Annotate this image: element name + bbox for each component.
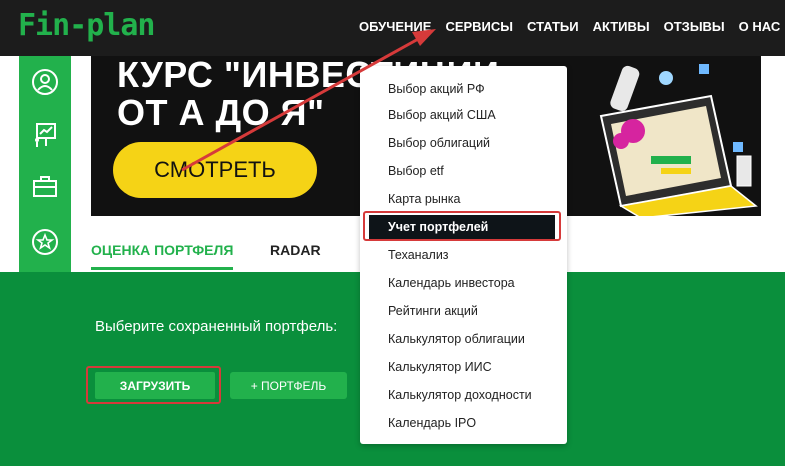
briefcase-icon xyxy=(33,176,57,197)
site-logo[interactable]: Fin-plan xyxy=(18,8,155,43)
sidebar-favorites[interactable] xyxy=(19,216,71,268)
nav-item-assets[interactable]: АКТИВЫ xyxy=(586,18,657,36)
top-nav-bar: Fin-plan ОБУЧЕНИЕ СЕРВИСЫ СТАТЬИ АКТИВЫ … xyxy=(0,0,785,56)
menu-item-investor-calendar[interactable]: Календарь инвестора xyxy=(388,276,515,290)
menu-item-tech-analysis[interactable]: Теханализ xyxy=(388,248,449,262)
menu-item-bond-calculator[interactable]: Калькулятор облигации xyxy=(388,332,525,346)
menu-item-bonds[interactable]: Выбор облигаций xyxy=(388,136,490,150)
watch-button[interactable]: СМОТРЕТЬ xyxy=(113,142,317,198)
sidebar-portfolio[interactable] xyxy=(19,160,71,212)
menu-item-stocks-us[interactable]: Выбор акций США xyxy=(388,108,496,122)
saved-portfolio-label: Выберите сохраненный портфель: xyxy=(95,318,338,335)
nav-item-education[interactable]: ОБУЧЕНИЕ xyxy=(352,18,438,36)
user-icon xyxy=(32,69,58,95)
sidebar-profile[interactable] xyxy=(19,56,71,108)
menu-item-market-map[interactable]: Карта рынка xyxy=(388,192,460,206)
nav-item-articles[interactable]: СТАТЬИ xyxy=(520,18,586,36)
tab-radar[interactable]: RADAR xyxy=(270,242,321,258)
menu-item-etf[interactable]: Выбор etf xyxy=(388,164,444,178)
services-dropdown: Выбор акций РФ Выбор акций США Выбор обл… xyxy=(360,66,567,444)
menu-item-ipo-calendar[interactable]: Календарь IPO xyxy=(388,416,476,430)
tab-portfolio-evaluation[interactable]: ОЦЕНКА ПОРТФЕЛЯ xyxy=(91,242,234,270)
sidebar-education[interactable] xyxy=(19,108,71,160)
menu-item-stocks-ru[interactable]: Выбор акций РФ xyxy=(388,82,485,96)
page: Fin-plan ОБУЧЕНИЕ СЕРВИСЫ СТАТЬИ АКТИВЫ … xyxy=(0,0,785,466)
nav-item-reviews[interactable]: ОТЗЫВЫ xyxy=(657,18,732,36)
nav-item-services[interactable]: СЕРВИСЫ xyxy=(438,18,520,36)
star-icon xyxy=(32,229,58,255)
add-portfolio-button[interactable]: + ПОРТФЕЛЬ xyxy=(230,372,347,399)
menu-item-stock-ratings[interactable]: Рейтинги акций xyxy=(388,304,478,318)
nav-item-about[interactable]: О НАС xyxy=(732,18,785,36)
menu-item-iis-calculator[interactable]: Калькулятор ИИС xyxy=(388,360,492,374)
menu-item-yield-calculator[interactable]: Калькулятор доходности xyxy=(388,388,532,402)
presentation-icon xyxy=(35,123,56,147)
menu-item-portfolio-tracking-label: Учет портфелей xyxy=(388,220,489,234)
laptop-illustration xyxy=(599,64,758,216)
main-nav: ОБУЧЕНИЕ СЕРВИСЫ СТАТЬИ АКТИВЫ ОТЗЫВЫ О … xyxy=(352,18,785,36)
load-button[interactable]: ЗАГРУЗИТЬ xyxy=(95,372,215,399)
